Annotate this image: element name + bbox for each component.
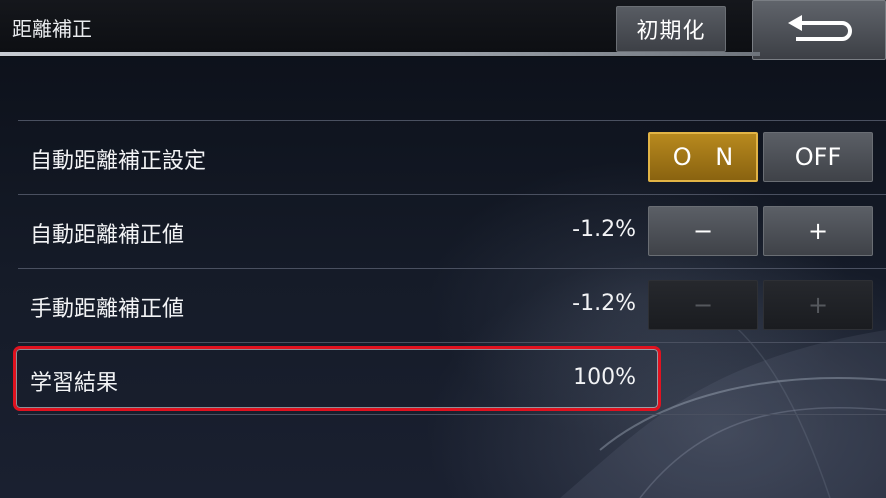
manual-correction-plus-button: +	[763, 280, 873, 330]
auto-correction-setting-row: 自動距離補正設定 O N OFF	[18, 121, 886, 194]
row-divider	[18, 414, 886, 415]
header-bar: 距離補正 初期化	[0, 0, 886, 60]
back-arrow-icon	[788, 15, 852, 41]
manual-correction-value-row: 手動距離補正値 -1.2% − +	[18, 269, 886, 342]
manual-correction-value-label: 手動距離補正値	[30, 297, 185, 322]
auto-correction-value-label: 自動距離補正値	[30, 223, 185, 248]
reset-button[interactable]: 初期化	[616, 6, 726, 52]
auto-correction-value-row: 自動距離補正値 -1.2% − +	[18, 195, 886, 268]
page-title: 距離補正	[12, 17, 92, 41]
highlight-box	[13, 346, 661, 411]
auto-correction-setting-label: 自動距離補正設定	[30, 149, 207, 174]
manual-correction-value: -1.2%	[572, 291, 636, 316]
auto-correction-value: -1.2%	[572, 217, 636, 242]
back-button[interactable]	[752, 0, 886, 60]
auto-correction-plus-button[interactable]: +	[763, 206, 873, 256]
on-button[interactable]: O N	[648, 132, 758, 182]
header-divider	[0, 52, 760, 56]
auto-correction-minus-button[interactable]: −	[648, 206, 758, 256]
manual-correction-minus-button: −	[648, 280, 758, 330]
off-button[interactable]: OFF	[763, 132, 873, 182]
